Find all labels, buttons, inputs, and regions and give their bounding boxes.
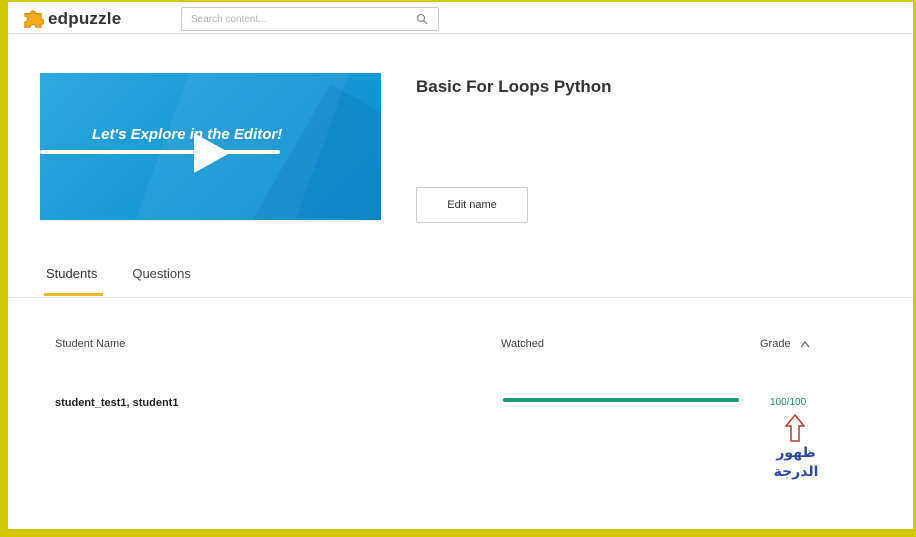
tab-students[interactable]: Students [44, 266, 104, 296]
student-name[interactable]: student_test1, student1 [55, 397, 178, 409]
video-thumbnail[interactable]: Let's Explore in the Editor! [40, 73, 381, 220]
edpuzzle-logo[interactable]: edpuzzle [22, 8, 121, 30]
tabs-divider [8, 297, 913, 298]
grade-header-label: Grade [760, 338, 791, 350]
column-header-watched[interactable]: Watched [501, 338, 544, 350]
column-header-student-name[interactable]: Student Name [55, 338, 125, 350]
logo-text: edpuzzle [48, 9, 122, 28]
watched-progress-bar [503, 398, 739, 402]
edit-name-button[interactable]: Edit name [416, 187, 528, 223]
search-icon[interactable] [416, 13, 428, 25]
thumbnail-progress-line [40, 150, 280, 154]
sort-ascending-icon[interactable] [800, 340, 810, 348]
top-bar: edpuzzle [8, 2, 913, 34]
up-arrow-icon [785, 414, 805, 442]
annotation-text-line1: ظهور [776, 444, 816, 460]
play-icon[interactable] [188, 130, 234, 176]
search-box[interactable] [181, 7, 439, 31]
annotation-text-line2: الدرجة [773, 463, 819, 479]
watched-progress-fill [503, 398, 739, 402]
tab-bar: Students Questions [44, 266, 191, 296]
video-title: Basic For Loops Python [416, 77, 612, 96]
column-header-grade[interactable]: Grade [760, 338, 810, 350]
grade-value: 100/100 [770, 397, 807, 408]
tab-questions[interactable]: Questions [132, 266, 191, 296]
search-input[interactable] [191, 13, 406, 25]
puzzle-logo-icon [24, 10, 44, 28]
